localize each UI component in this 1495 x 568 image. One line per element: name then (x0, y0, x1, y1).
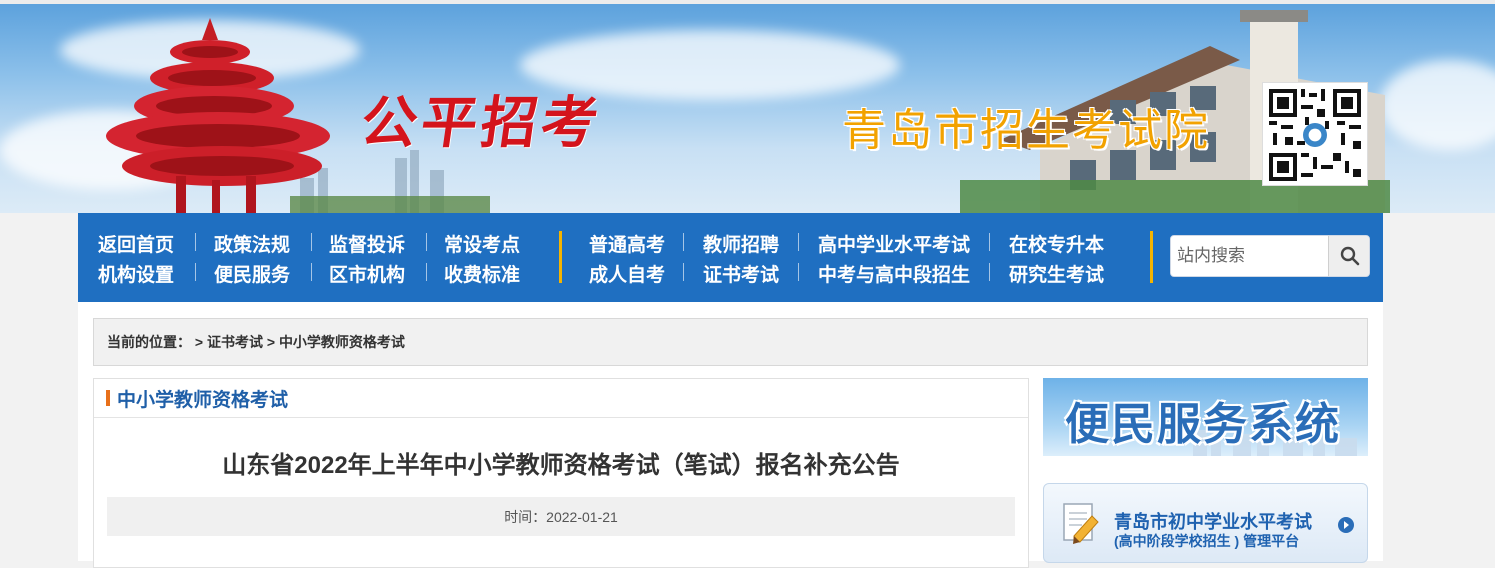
nav-separator (683, 233, 684, 251)
qr-code (1262, 82, 1368, 186)
breadcrumb-separator: > (262, 334, 279, 350)
breadcrumb-certificate-exams[interactable]: 证书考试 (207, 332, 263, 352)
nav-district-offices[interactable]: 区市机构 (329, 260, 405, 287)
nav-divider (1150, 231, 1153, 283)
nav-separator (989, 263, 990, 281)
nav-hs-proficiency[interactable]: 高中学业水平考试 (818, 230, 970, 257)
search-input[interactable] (1171, 236, 1327, 276)
search-icon (1340, 246, 1359, 266)
site-search (1170, 235, 1370, 277)
search-button[interactable] (1328, 236, 1369, 276)
nav-zhongkao[interactable]: 中考与高中段招生 (818, 260, 970, 287)
main-nav: 返回首页 政策法规 监督投诉 常设考点 机构设置 便民服务 区市机构 收费标准 … (78, 213, 1383, 302)
panel-header: 中小学教师资格考试 (94, 379, 1028, 418)
breadcrumb-teacher-qualification[interactable]: 中小学教师资格考试 (279, 332, 405, 352)
nav-separator (311, 233, 312, 251)
nav-institutions[interactable]: 机构设置 (98, 260, 174, 287)
page-content: 当前的位置： > 证书考试 > 中小学教师资格考试 中小学教师资格考试 山东省2… (78, 302, 1383, 568)
nav-postgrad[interactable]: 研究生考试 (1009, 260, 1104, 287)
nav-separator (989, 233, 990, 251)
article-meta: 时间：2022-01-21 (107, 497, 1015, 536)
nav-separator (798, 233, 799, 251)
nav-services[interactable]: 便民服务 (214, 260, 290, 287)
nav-separator (426, 263, 427, 281)
nav-separator (195, 263, 196, 281)
nav-policies[interactable]: 政策法规 (214, 230, 290, 257)
nav-separator (683, 263, 684, 281)
nav-upgrade-bachelor[interactable]: 在校专升本 (1009, 230, 1104, 257)
red-sculpture-logo (106, 18, 330, 213)
nav-complaints[interactable]: 监督投诉 (329, 230, 405, 257)
exam-platform-link[interactable]: 青岛市初中学业水平考试 (高中阶段学校招生 ) 管理平台 (1043, 483, 1368, 563)
nav-separator (195, 233, 196, 251)
article-title: 山东省2022年上半年中小学教师资格考试（笔试）报名补充公告 (222, 452, 900, 479)
arrow-circle-icon (1338, 517, 1354, 533)
calligraphy-slogan: 公平招考 (356, 90, 607, 156)
panel-title: 中小学教师资格考试 (117, 389, 289, 411)
nav-test-sites[interactable]: 常设考点 (444, 230, 520, 257)
document-pencil-icon (1063, 503, 1099, 544)
nav-fees[interactable]: 收费标准 (444, 260, 520, 287)
org-title: 青岛市招生考试院 (842, 105, 1210, 156)
nav-divider (559, 231, 562, 283)
service-system-title: 便民服务系统 (1065, 399, 1341, 450)
breadcrumb-separator: > (191, 334, 207, 350)
nav-separator (311, 263, 312, 281)
nav-home[interactable]: 返回首页 (98, 230, 174, 257)
nav-teacher-recruit[interactable]: 教师招聘 (703, 230, 779, 257)
nav-gaokao[interactable]: 普通高考 (589, 230, 665, 257)
nav-self-exam[interactable]: 成人自考 (589, 260, 665, 287)
service-system-banner[interactable]: 便民服务系统 (1043, 378, 1368, 456)
nav-separator (426, 233, 427, 251)
breadcrumb-label: 当前的位置： (107, 334, 191, 350)
nav-certificate-exams[interactable]: 证书考试 (703, 260, 779, 287)
breadcrumb: 当前的位置： > 证书考试 > 中小学教师资格考试 (93, 318, 1368, 366)
nav-separator (798, 263, 799, 281)
article-panel: 中小学教师资格考试 山东省2022年上半年中小学教师资格考试（笔试）报名补充公告… (93, 378, 1029, 568)
header-banner: 公平招考 青岛市招生考试院 (0, 0, 1495, 213)
heading-marker (106, 390, 110, 406)
publish-time: 时间：2022-01-21 (504, 508, 618, 525)
platform-subtitle: (高中阶段学校招生 ) 管理平台 (1114, 533, 1300, 549)
